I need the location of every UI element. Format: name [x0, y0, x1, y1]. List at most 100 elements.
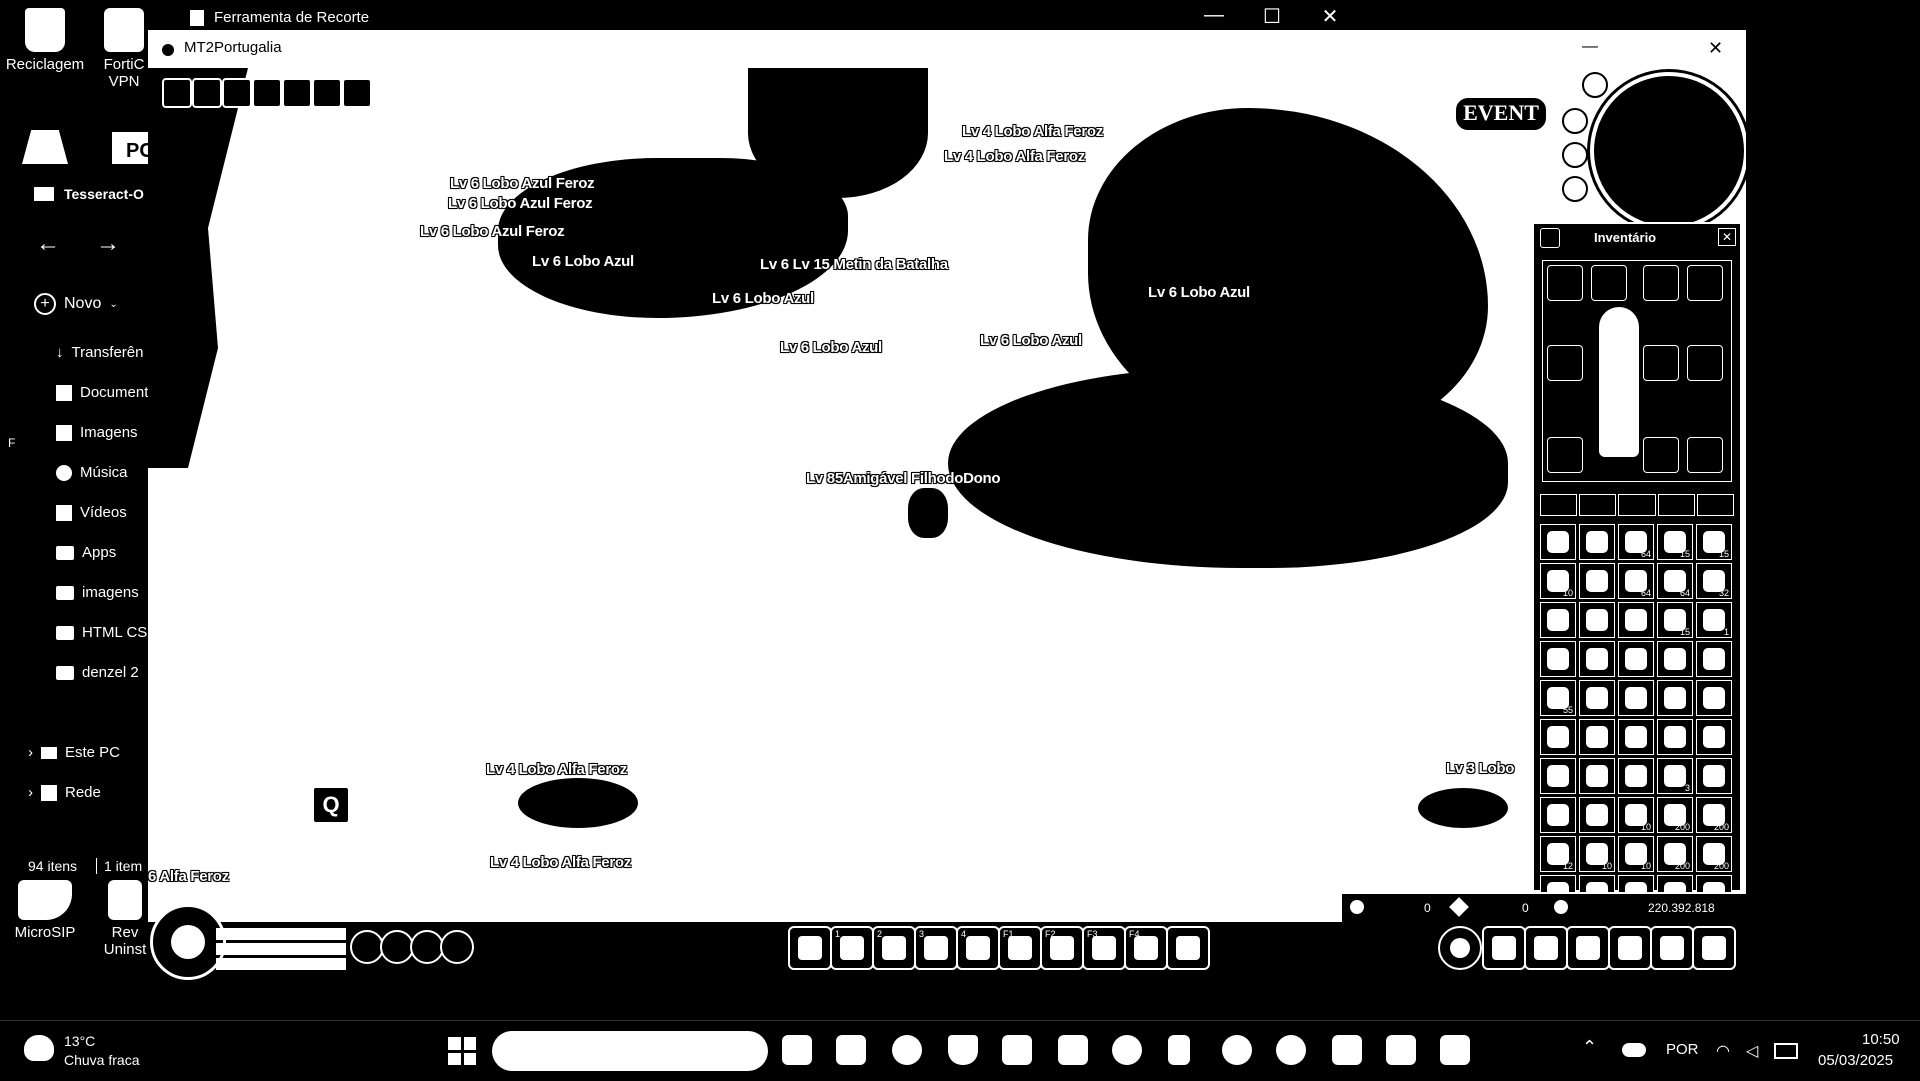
inventory-slot[interactable]: 3: [1657, 758, 1693, 794]
inventory-slot[interactable]: [1579, 797, 1615, 833]
menu-button-community[interactable]: [1608, 926, 1652, 970]
equip-slot-bracelet[interactable]: [1687, 345, 1723, 381]
vscode-icon[interactable]: [1386, 1035, 1416, 1065]
nav-item-network[interactable]: › Rede: [28, 784, 101, 801]
mob-label[interactable]: Lv 4 Lobo Alfa Feroz: [490, 854, 631, 871]
nav-item-videos[interactable]: Vídeos: [56, 504, 127, 521]
menu-button-system[interactable]: [1692, 926, 1736, 970]
weather-icon[interactable]: [24, 1035, 54, 1061]
inventory-slot[interactable]: 200: [1657, 797, 1693, 833]
back-arrow-icon[interactable]: ←: [36, 230, 60, 258]
equip-slot-weapon[interactable]: [1547, 265, 1583, 301]
onedrive-cloud-icon[interactable]: [1622, 1043, 1646, 1057]
equip-slot-costume[interactable]: [1643, 265, 1679, 301]
buff-icon[interactable]: [282, 78, 312, 108]
volume-icon[interactable]: ◁: [1746, 1041, 1758, 1061]
metin2-launcher-icon[interactable]: [1222, 1035, 1252, 1065]
exp-orb[interactable]: [350, 930, 384, 964]
nav-item-downloads[interactable]: ↓ Transferên: [56, 344, 143, 361]
exp-orb[interactable]: [410, 930, 444, 964]
mob-label[interactable]: Lv 6 Lobo Azul: [712, 290, 814, 307]
inventory-slot[interactable]: [1657, 641, 1693, 677]
network-app-icon[interactable]: [1058, 1035, 1088, 1065]
snipping-close-button[interactable]: ✕: [1310, 4, 1350, 29]
menu-button-skills[interactable]: [1566, 926, 1610, 970]
inventory-slot[interactable]: [1618, 758, 1654, 794]
exp-orb[interactable]: [380, 930, 414, 964]
buff-icon[interactable]: [162, 78, 192, 108]
character-portrait[interactable]: [150, 904, 226, 980]
buff-icon[interactable]: [222, 78, 252, 108]
inventory-slot[interactable]: [1618, 641, 1654, 677]
inventory-slot[interactable]: 15: [1696, 524, 1732, 560]
inventory-slot[interactable]: [1540, 719, 1576, 755]
inventory-tab-3[interactable]: [1618, 494, 1656, 516]
exp-orb[interactable]: [440, 930, 474, 964]
pet-label[interactable]: Lv 85Amigável FilhodoDono: [806, 470, 1000, 487]
inventory-slot[interactable]: [1696, 680, 1732, 716]
chat-icon[interactable]: [1332, 1035, 1362, 1065]
nav-item-pictures[interactable]: Imagens: [56, 424, 138, 441]
quickslot[interactable]: 3: [914, 926, 958, 970]
quickslot[interactable]: F3: [1082, 926, 1126, 970]
inventory-slot[interactable]: 64: [1657, 563, 1693, 599]
inventory-slot[interactable]: [1696, 758, 1732, 794]
nav-item-denzel-2[interactable]: denzel 2: [56, 664, 139, 681]
snipping-tool-taskbar-icon[interactable]: [1440, 1035, 1470, 1065]
equip-slot-necklace[interactable]: [1547, 437, 1583, 473]
inventory-slot[interactable]: [1618, 719, 1654, 755]
inventory-tab-4[interactable]: [1657, 494, 1695, 516]
quickslot[interactable]: F1: [998, 926, 1042, 970]
game-minimize-button[interactable]: —: [1582, 38, 1598, 56]
app-icon[interactable]: [1002, 1035, 1032, 1065]
minimap[interactable]: [1590, 72, 1746, 230]
mob-label[interactable]: Lv 4 Lobo Alfa Feroz: [962, 123, 1103, 140]
quickslot[interactable]: 1: [830, 926, 874, 970]
inventory-window[interactable]: Inventário ✕ 64 15 15 10 64 64 32 15 1 55 3 10 200 20…: [1532, 222, 1742, 911]
minimap-button[interactable]: [1582, 72, 1608, 98]
task-view-icon[interactable]: [782, 1035, 812, 1065]
inventory-slot[interactable]: [1696, 641, 1732, 677]
inventory-slot[interactable]: [1579, 563, 1615, 599]
quickslot[interactable]: 4: [956, 926, 1000, 970]
nav-item-apps[interactable]: Apps: [56, 544, 116, 561]
inventory-slot[interactable]: 64: [1618, 524, 1654, 560]
inventory-slot[interactable]: 64: [1618, 563, 1654, 599]
menu-button-circle[interactable]: [1438, 926, 1482, 970]
browser-icon[interactable]: [892, 1035, 922, 1065]
inventory-tab-2[interactable]: [1579, 494, 1617, 516]
inventory-slot[interactable]: 32: [1696, 563, 1732, 599]
inventory-slot[interactable]: [1618, 680, 1654, 716]
wolf-sprite[interactable]: [1418, 788, 1508, 828]
weather-temperature[interactable]: 13°C: [64, 1033, 95, 1049]
quickslot[interactable]: [1166, 926, 1210, 970]
language-indicator[interactable]: POR: [1666, 1041, 1699, 1058]
minimap-button[interactable]: [1562, 176, 1588, 202]
equip-slot-head[interactable]: [1591, 265, 1627, 301]
mob-label[interactable]: Lv 6 Lobo Azul: [532, 253, 634, 270]
game-close-button[interactable]: ✕: [1708, 38, 1723, 59]
nav-item-documents[interactable]: Document: [56, 384, 148, 401]
nav-item-imagens[interactable]: imagens: [56, 584, 139, 601]
clock-date[interactable]: 05/03/2025: [1818, 1052, 1893, 1069]
buff-icon[interactable]: [252, 78, 282, 108]
inventory-slot[interactable]: [1618, 602, 1654, 638]
inventory-tab-1[interactable]: [1540, 494, 1578, 516]
inventory-slot[interactable]: 12: [1540, 836, 1576, 872]
minimap-button[interactable]: [1562, 142, 1588, 168]
inventory-slot[interactable]: [1540, 758, 1576, 794]
buff-icon[interactable]: [342, 78, 372, 108]
mob-label[interactable]: Lv 6 Lobo Azul: [780, 339, 882, 356]
notepad-icon[interactable]: [1168, 1035, 1190, 1065]
inventory-slot[interactable]: [1579, 524, 1615, 560]
q-key-button[interactable]: Q: [312, 786, 350, 824]
mob-label[interactable]: Lv 4 Lobo Alfa Feroz: [486, 761, 627, 778]
inventory-slot[interactable]: 10: [1540, 563, 1576, 599]
inventory-slot[interactable]: 15: [1657, 602, 1693, 638]
chrome-icon[interactable]: [1112, 1035, 1142, 1065]
mob-label[interactable]: Lv 6 Lobo Azul Feroz: [448, 195, 593, 212]
minimap-button[interactable]: [1562, 108, 1588, 134]
wolf-sprite[interactable]: [518, 778, 638, 828]
equip-slot-armor[interactable]: [1547, 345, 1583, 381]
equip-slot-extra[interactable]: [1687, 265, 1723, 301]
